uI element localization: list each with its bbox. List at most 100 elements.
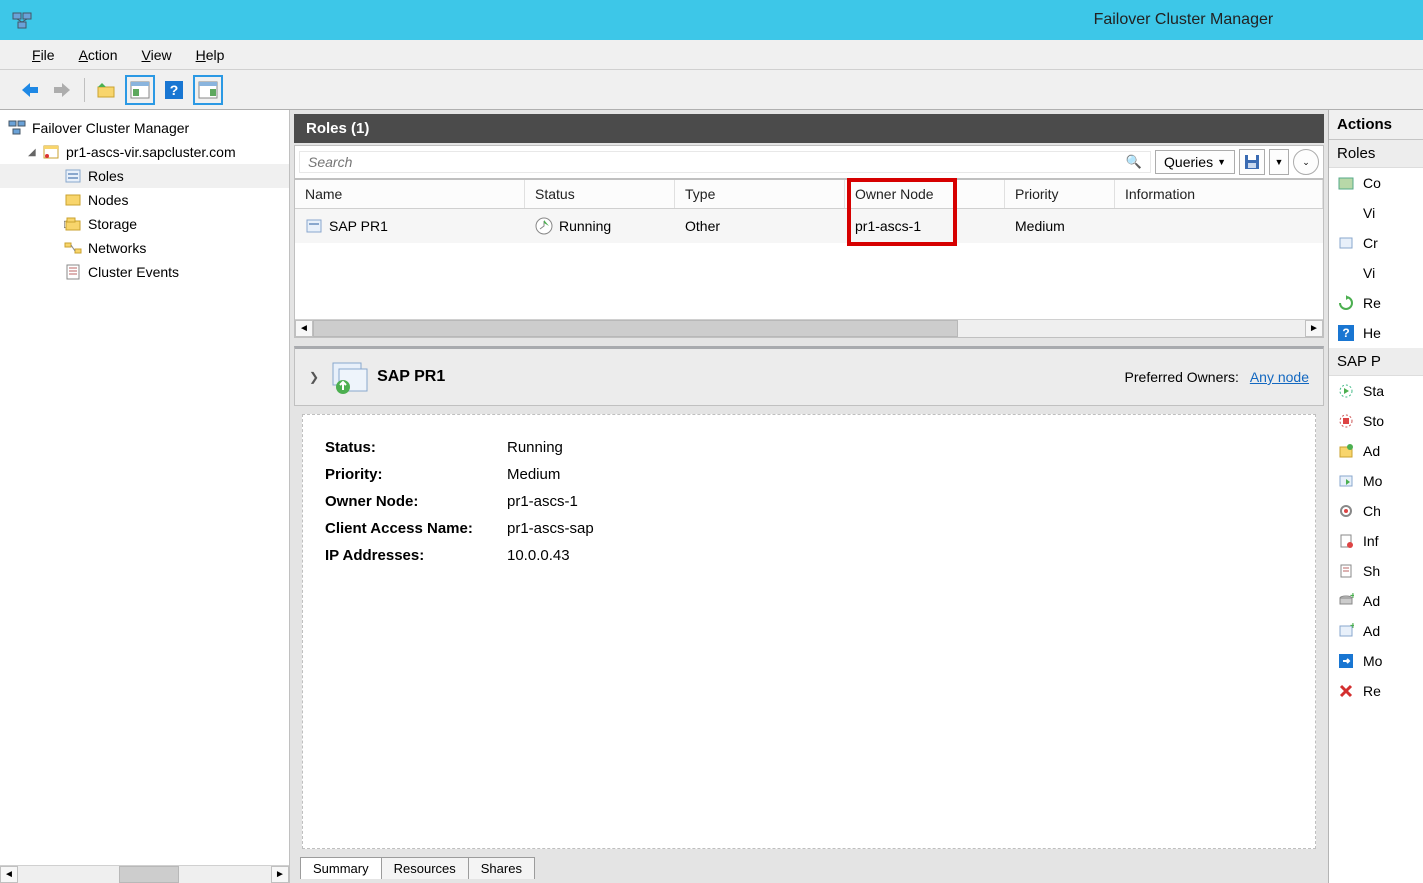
menu-view[interactable]: View [130,43,184,67]
configure-icon [1337,174,1355,192]
scroll-right-button[interactable]: ► [271,866,289,883]
tree-horizontal-scrollbar[interactable]: ◄ ► [0,865,289,883]
add-resource-icon: + [1337,622,1355,640]
scroll-right-button[interactable]: ► [1305,320,1323,337]
actions-pane: Actions Roles Co Vi Cr Vi Re ?He SAP P S… [1328,110,1423,883]
tree-nodes[interactable]: Nodes [0,188,289,212]
grid-horizontal-scrollbar[interactable]: ◄ ► [295,319,1323,337]
menu-file[interactable]: File [20,43,67,67]
collapse-detail-button[interactable]: ❯ [309,370,319,384]
action-help[interactable]: ?He [1329,318,1423,348]
search-input[interactable] [308,154,1126,170]
navigation-tree: Failover Cluster Manager ◢ pr1-ascs-vir.… [0,110,290,883]
tree-cluster-events[interactable]: Cluster Events [0,260,289,284]
detail-header: ❯ SAP PR1 Preferred Owners: Any node [294,346,1324,406]
search-input-wrap: 🔍 [299,151,1151,173]
search-bar: 🔍 Queries ▼ ▼ ⌄ [294,145,1324,179]
action-configure-role[interactable]: Co [1329,168,1423,198]
forward-button[interactable] [48,75,78,105]
action-remove[interactable]: Re [1329,676,1423,706]
tree-cluster[interactable]: ◢ pr1-ascs-vir.sapcluster.com [0,140,289,164]
role-row[interactable]: SAP PR1 Running Other pr1-ascs-1 Medium [295,209,1323,243]
chevron-down-icon: ⌄ [1302,157,1310,168]
column-owner[interactable]: Owner Node [845,180,1005,208]
detail-tabs: Summary Resources Shares [294,857,1324,879]
column-status[interactable]: Status [525,180,675,208]
show-hide-tree-button[interactable] [125,75,155,105]
help-toolbar-button[interactable]: ? [159,75,189,105]
back-button[interactable] [14,75,44,105]
svg-text:?: ? [170,82,179,98]
collapse-icon[interactable]: ◢ [28,147,42,158]
preferred-owners-link[interactable]: Any node [1250,369,1309,385]
tree-networks[interactable]: Networks [0,236,289,260]
roles-icon [64,167,82,185]
action-refresh[interactable]: Re [1329,288,1423,318]
column-name[interactable]: Name [295,180,525,208]
column-information[interactable]: Information [1115,180,1323,208]
search-icon[interactable]: 🔍 [1126,154,1142,170]
role-icon [329,359,369,395]
action-start-role[interactable]: Sta [1329,376,1423,406]
menu-help[interactable]: Help [184,43,237,67]
menu-action[interactable]: Action [67,43,130,67]
detail-table: Status:Running Priority:Medium Owner Nod… [323,433,596,570]
tab-shares[interactable]: Shares [468,857,535,879]
gear-icon [1337,502,1355,520]
tab-resources[interactable]: Resources [381,857,469,879]
action-virtual-machines[interactable]: Vi [1329,198,1423,228]
tree-storage[interactable]: ▷ Storage [0,212,289,236]
column-priority[interactable]: Priority [1005,180,1115,208]
action-add-file-share[interactable]: Ad [1329,436,1423,466]
content-panel: Roles (1) 🔍 Queries ▼ ▼ ⌄ Name Status Ty… [290,110,1328,883]
queries-button[interactable]: Queries ▼ [1155,150,1235,174]
info-icon [1337,532,1355,550]
move-icon [1337,472,1355,490]
nodes-icon [64,191,82,209]
more-icon [1337,652,1355,670]
tree-root[interactable]: Failover Cluster Manager [0,116,289,140]
title-bar: Failover Cluster Manager [0,0,1423,40]
delete-icon [1337,682,1355,700]
svg-text:+: + [1350,623,1354,632]
expand-all-button[interactable]: ⌄ [1293,149,1319,175]
detail-body: Status:Running Priority:Medium Owner Nod… [302,414,1316,849]
svg-text:+: + [1350,593,1354,602]
start-icon [1337,382,1355,400]
column-type[interactable]: Type [675,180,845,208]
roles-grid: Name Status Type Owner Node Priority Inf… [294,179,1324,338]
scroll-left-button[interactable]: ◄ [295,320,313,337]
action-move[interactable]: Mo [1329,466,1423,496]
up-one-level-button[interactable] [91,75,121,105]
svg-text:?: ? [1342,326,1349,340]
scroll-thumb[interactable] [313,320,958,337]
tab-summary[interactable]: Summary [300,857,382,879]
action-stop-role[interactable]: Sto [1329,406,1423,436]
add-share-icon [1337,442,1355,460]
action-add-resource[interactable]: +Ad [1329,616,1423,646]
action-show-critical-events[interactable]: Sh [1329,556,1423,586]
stop-icon [1337,412,1355,430]
action-more-actions[interactable]: Mo [1329,646,1423,676]
actions-title: Actions [1329,110,1423,140]
actions-section-selected: SAP P [1329,348,1423,376]
show-hide-action-pane-button[interactable] [193,75,223,105]
action-view[interactable]: Vi [1329,258,1423,288]
window-title: Failover Cluster Manager [1094,11,1274,29]
action-create-empty-role[interactable]: Cr [1329,228,1423,258]
action-change-startup[interactable]: Ch [1329,496,1423,526]
grid-header: Name Status Type Owner Node Priority Inf… [295,180,1323,209]
cluster-events-icon [64,263,82,281]
networks-icon [64,239,82,257]
add-storage-icon: + [1337,592,1355,610]
scroll-left-button[interactable]: ◄ [0,866,18,883]
scroll-thumb[interactable] [119,866,179,883]
menu-bar: File Action View Help [0,40,1423,70]
save-dropdown-button[interactable]: ▼ [1269,149,1289,175]
action-information[interactable]: Inf [1329,526,1423,556]
actions-section-roles: Roles [1329,140,1423,168]
save-query-button[interactable] [1239,149,1265,175]
tree-roles[interactable]: Roles [0,164,289,188]
action-add-storage[interactable]: +Ad [1329,586,1423,616]
refresh-icon [1337,294,1355,312]
